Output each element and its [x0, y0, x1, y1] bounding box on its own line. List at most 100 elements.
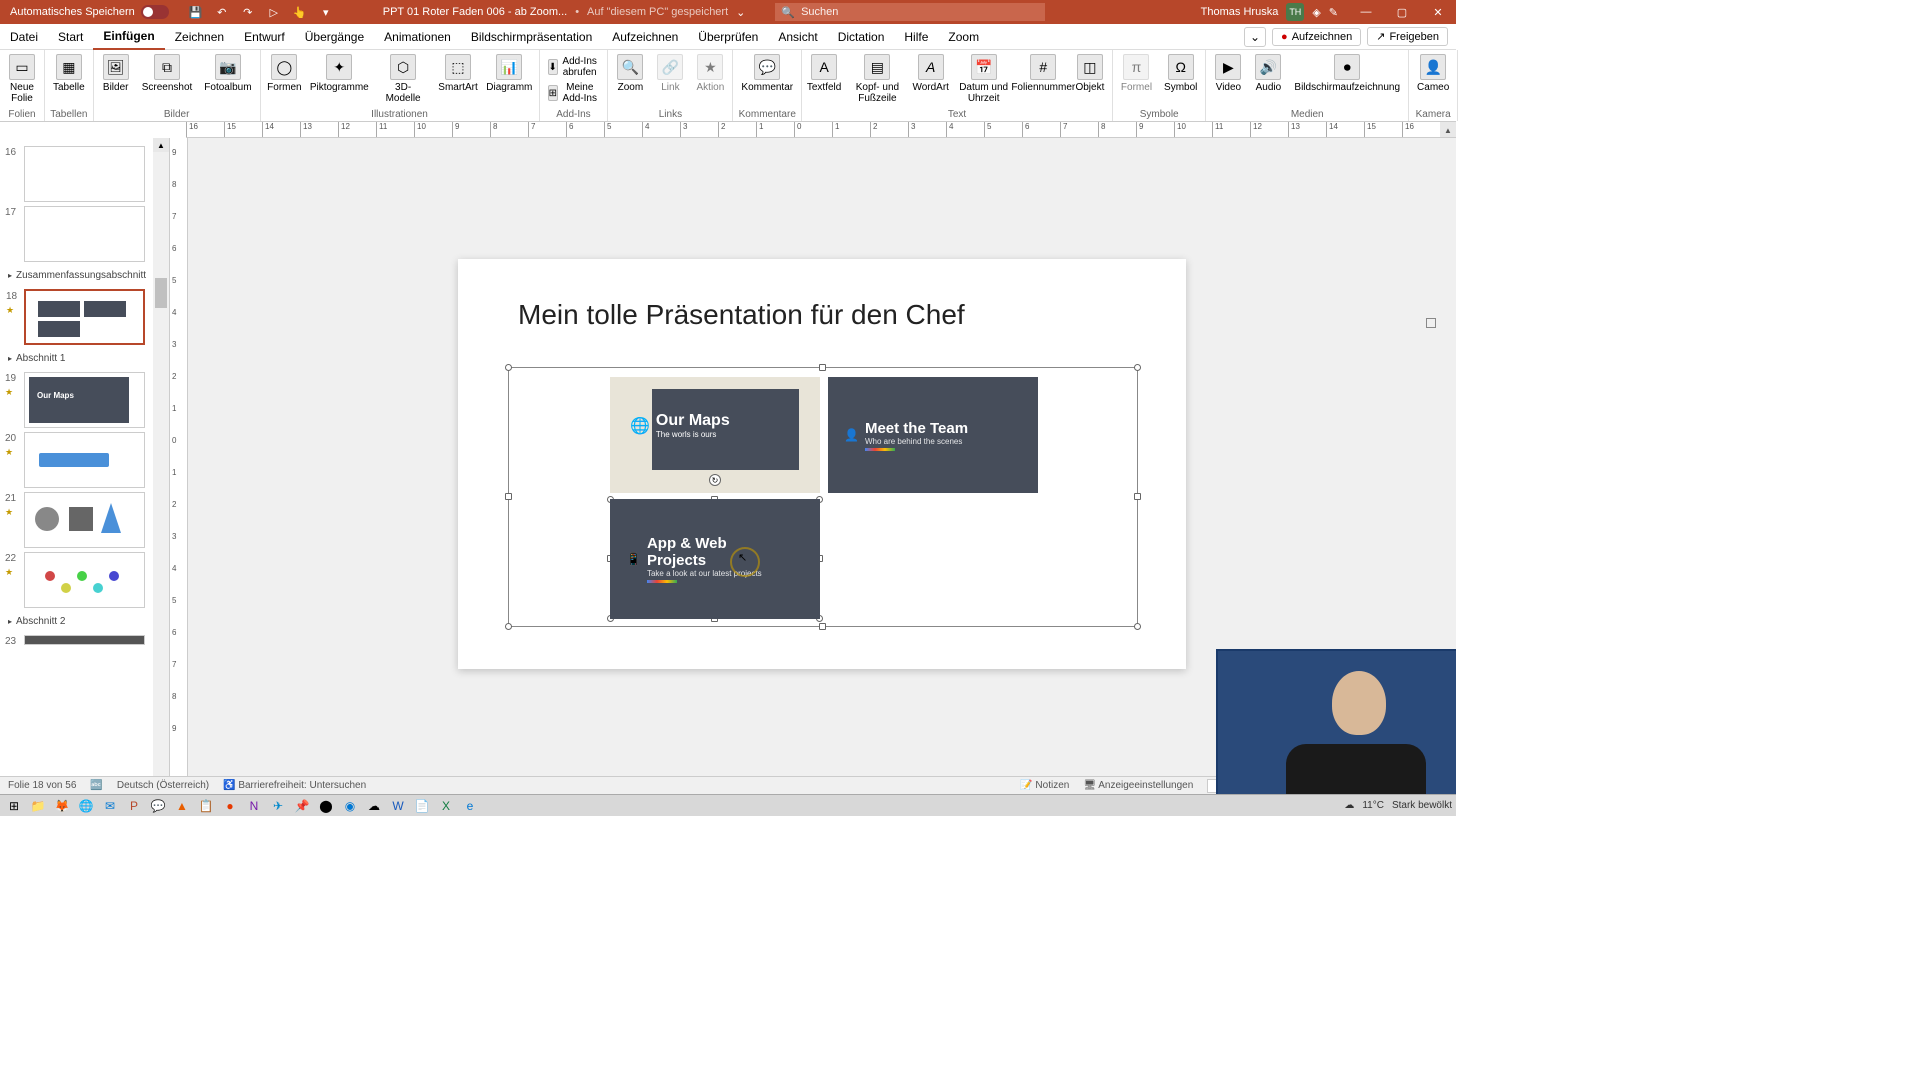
outer-selection-frame[interactable]: [508, 367, 1138, 627]
get-addins-button[interactable]: ⬇Add-Ins abrufen: [544, 55, 604, 79]
user-account[interactable]: Thomas Hruska TH ◈ ✎: [1191, 3, 1348, 21]
menu-tab-zeichnen[interactable]: Zeichnen: [165, 24, 234, 50]
smartart-button[interactable]: ⬚SmartArt: [436, 52, 480, 108]
undo-icon[interactable]: ↶: [215, 5, 229, 19]
menu-tab-hilfe[interactable]: Hilfe: [894, 24, 938, 50]
menu-tab-übergänge[interactable]: Übergänge: [295, 24, 374, 50]
app-icon-5[interactable]: ◉: [340, 797, 360, 815]
toggle-switch[interactable]: [141, 5, 169, 19]
slide-thumbnail-18[interactable]: 18★: [24, 289, 145, 345]
thumbnail-scrollbar[interactable]: ▲ ▼: [153, 138, 169, 790]
comment-button[interactable]: 💬Kommentar: [737, 52, 797, 108]
section-header[interactable]: Abschnitt 1: [0, 349, 153, 368]
card-meet-team[interactable]: 👤 Meet the Team Who are behind the scene…: [828, 377, 1038, 493]
document-name[interactable]: PPT 01 Roter Faden 006 - ab Zoom... • Au…: [383, 6, 746, 19]
menu-tab-bildschirmpräsentation[interactable]: Bildschirmpräsentation: [461, 24, 602, 50]
rotate-handle[interactable]: ↻: [709, 474, 721, 486]
header-footer-button[interactable]: ▤Kopf- und Fußzeile: [846, 52, 909, 108]
record-button[interactable]: ●Aufzeichnen: [1272, 28, 1361, 46]
vlc-icon[interactable]: ▲: [172, 797, 192, 815]
start-icon[interactable]: ▷: [267, 5, 281, 19]
app-icon-1[interactable]: 💬: [148, 797, 168, 815]
telegram-icon[interactable]: ✈: [268, 797, 288, 815]
app-icon-4[interactable]: 📌: [292, 797, 312, 815]
screenrecord-button[interactable]: ⏺Bildschirmaufzeichnung: [1290, 52, 1404, 108]
slide[interactable]: Mein tolle Präsentation für den Chef 🌐 O…: [458, 259, 1186, 669]
slide-thumbnail-19[interactable]: 19★Our Maps: [24, 372, 145, 428]
card-app-web[interactable]: 📱 App & Web Projects Take a look at our …: [610, 499, 820, 619]
link-button[interactable]: 🔗Link: [652, 52, 688, 108]
app-icon-2[interactable]: 📋: [196, 797, 216, 815]
shapes-button[interactable]: ◯Formen: [265, 52, 305, 108]
close-button[interactable]: ✕: [1420, 0, 1456, 24]
menu-tab-aufzeichnen[interactable]: Aufzeichnen: [602, 24, 688, 50]
redo-icon[interactable]: ↷: [241, 5, 255, 19]
slidenumber-button[interactable]: #Foliennummer: [1019, 52, 1068, 108]
slide-counter[interactable]: Folie 18 von 56: [8, 780, 76, 791]
excel-icon[interactable]: X: [436, 797, 456, 815]
outlook-icon[interactable]: ✉: [100, 797, 120, 815]
slide-thumbnail-21[interactable]: 21★: [24, 492, 145, 548]
section-header[interactable]: Abschnitt 2: [0, 612, 153, 631]
onenote-icon[interactable]: N: [244, 797, 264, 815]
app-icon-7[interactable]: 📄: [412, 797, 432, 815]
pictures-button[interactable]: 🖼Bilder: [98, 52, 134, 108]
save-icon[interactable]: 💾: [189, 5, 203, 19]
system-tray[interactable]: ☁ 11°C Stark bewölkt: [1344, 800, 1452, 811]
section-header[interactable]: Zusammenfassungsabschnitt: [0, 266, 153, 285]
icons-button[interactable]: ✦Piktogramme: [308, 52, 370, 108]
obs-icon[interactable]: ⬤: [316, 797, 336, 815]
slide-thumbnail-23[interactable]: 23: [24, 635, 145, 645]
menu-tab-start[interactable]: Start: [48, 24, 93, 50]
maximize-button[interactable]: ▢: [1384, 0, 1420, 24]
slide-thumbnail-17[interactable]: 17: [24, 206, 145, 262]
screenshot-button[interactable]: ⧉Screenshot: [138, 52, 197, 108]
autosave-toggle[interactable]: Automatisches Speichern: [0, 5, 179, 19]
textbox-button[interactable]: ATextfeld: [806, 52, 842, 108]
chart-button[interactable]: 📊Diagramm: [484, 52, 534, 108]
new-slide-button[interactable]: ▭Neue Folie: [4, 52, 40, 108]
display-settings-button[interactable]: 🖥 Anzeigeeinstellungen: [1083, 780, 1193, 791]
photoalbum-button[interactable]: 📷Fotoalbum: [200, 52, 255, 108]
qat-dropdown-icon[interactable]: ▾: [319, 5, 333, 19]
menu-tab-zoom[interactable]: Zoom: [938, 24, 989, 50]
menu-tab-einfügen[interactable]: Einfügen: [93, 24, 164, 50]
cameo-button[interactable]: 👤Cameo: [1413, 52, 1453, 108]
search-box[interactable]: 🔍: [775, 3, 1045, 21]
action-button[interactable]: ★Aktion: [692, 52, 728, 108]
firefox-icon[interactable]: 🦊: [52, 797, 72, 815]
search-input[interactable]: [801, 6, 1039, 18]
start-button[interactable]: ⊞: [4, 797, 24, 815]
word-icon[interactable]: W: [388, 797, 408, 815]
pen-icon[interactable]: ✎: [1329, 6, 1338, 19]
video-button[interactable]: ▶Video: [1210, 52, 1246, 108]
menu-tab-ansicht[interactable]: Ansicht: [768, 24, 827, 50]
my-addins-button[interactable]: ⊞Meine Add-Ins: [544, 81, 604, 105]
audio-button[interactable]: 🔊Audio: [1250, 52, 1286, 108]
chrome-icon[interactable]: 🌐: [76, 797, 96, 815]
menu-tab-überprüfen[interactable]: Überprüfen: [688, 24, 768, 50]
language-status[interactable]: Deutsch (Österreich): [117, 780, 209, 791]
spellcheck-icon[interactable]: 🔤: [90, 780, 102, 791]
slide-title[interactable]: Mein tolle Präsentation für den Chef: [518, 299, 965, 331]
object-button[interactable]: ◫Objekt: [1072, 52, 1108, 108]
diamond-icon[interactable]: ◈: [1312, 6, 1320, 19]
ribbon-collapse[interactable]: ⌄: [1244, 27, 1266, 47]
3d-models-button[interactable]: ⬡3D- Modelle: [374, 52, 432, 108]
menu-tab-animationen[interactable]: Animationen: [374, 24, 461, 50]
equation-button[interactable]: πFormel: [1117, 52, 1156, 108]
zoom-button[interactable]: 🔍Zoom: [612, 52, 648, 108]
datetime-button[interactable]: 📅Datum und Uhrzeit: [953, 52, 1015, 108]
menu-tab-dictation[interactable]: Dictation: [828, 24, 895, 50]
scroll-thumb[interactable]: [155, 278, 167, 308]
edge-icon[interactable]: e: [460, 797, 480, 815]
slide-thumbnail-22[interactable]: 22★: [24, 552, 145, 608]
table-button[interactable]: ▦Tabelle: [49, 52, 89, 108]
wordart-button[interactable]: AWordArt: [913, 52, 949, 108]
scroll-up-icon[interactable]: ▲: [153, 138, 169, 152]
minimize-button[interactable]: —: [1348, 0, 1384, 24]
chevron-down-icon[interactable]: ⌄: [736, 6, 745, 19]
menu-tab-datei[interactable]: Datei: [0, 24, 48, 50]
app-icon-6[interactable]: ☁: [364, 797, 384, 815]
touch-icon[interactable]: 👆: [293, 5, 307, 19]
